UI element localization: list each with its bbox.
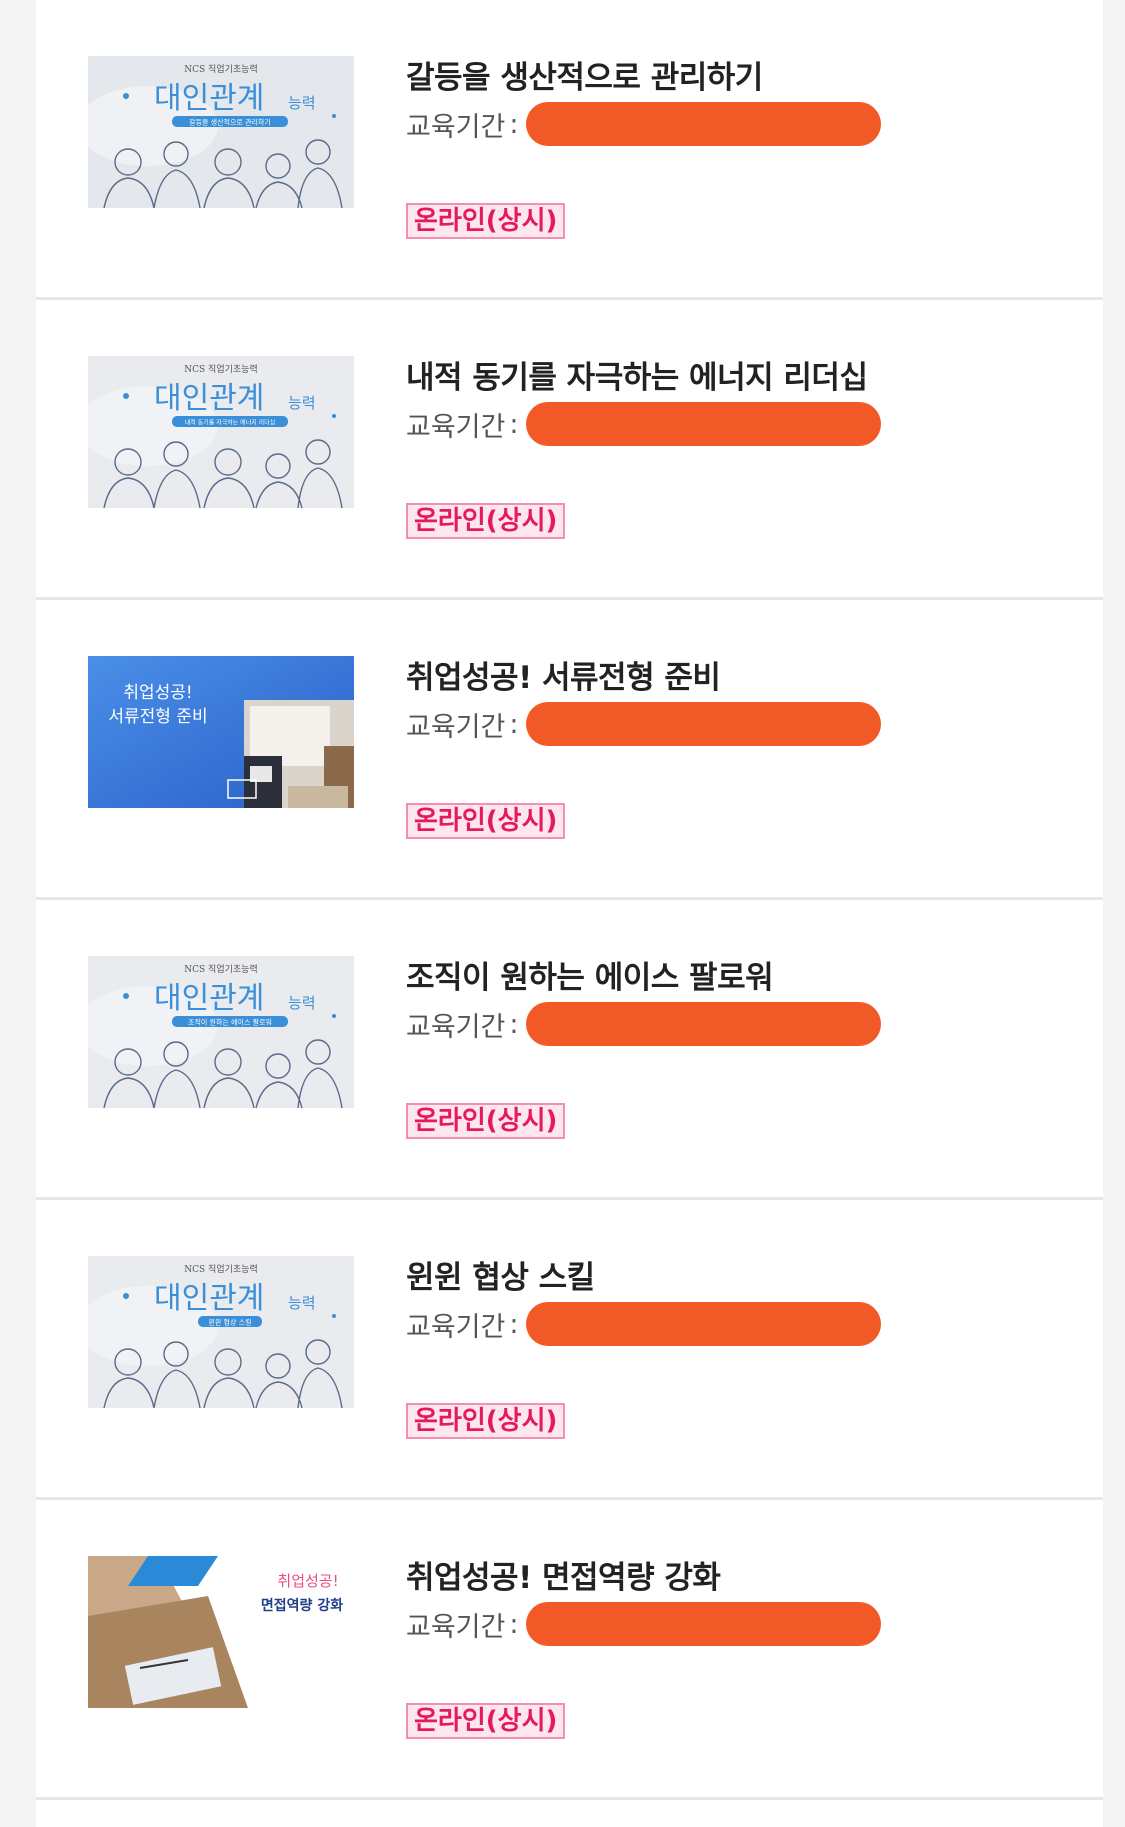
thumb-main-text: 대인관계 (154, 981, 264, 1016)
period-label: 교육기간 (406, 711, 506, 743)
course-title[interactable]: 취업성공! 면접역량 강화 (406, 1552, 721, 1597)
thumb-main-text-small: 능력 (288, 94, 316, 112)
thumb-line-1: 취업성공! (123, 683, 192, 703)
thumb-main-text: 대인관계 (154, 81, 264, 116)
course-thumbnail[interactable]: NCS 직업기초능력 대인관계 능력 윈윈 협상 스킬 (88, 1256, 354, 1408)
education-period: 교육기간 : (406, 1304, 518, 1344)
online-badge: 온라인(상시) (406, 503, 566, 539)
period-value-redacted (526, 702, 881, 746)
interview-thumbnail-illustration: 취업성공! 면접역량 강화 (88, 1556, 354, 1708)
thumb-main-text: 대인관계 (154, 381, 264, 416)
ncs-thumbnail-illustration: NCS 직업기초능력 대인관계 능력 갈등을 생산적으로 관리하기 (88, 56, 354, 208)
course-item[interactable]: NCS 직업기초능력 대인관계 능력 윈윈 협상 스킬 윈윈 협상 스킬 교육기… (36, 1200, 1103, 1500)
period-label: 교육기간 (406, 1311, 506, 1343)
right-margin (1103, 0, 1125, 1827)
thumb-line-1: 취업성공! (277, 1572, 338, 1590)
course-thumbnail[interactable]: NCS 직업기초능력 대인관계 능력 조직이 원하는 에이스 팔로워 (88, 956, 354, 1108)
thumb-main-text-small: 능력 (288, 994, 316, 1012)
ncs-thumbnail-illustration: NCS 직업기초능력 대인관계 능력 조직이 원하는 에이스 팔로워 (88, 956, 354, 1108)
course-title[interactable]: 갈등을 생산적으로 관리하기 (406, 52, 763, 97)
period-value-redacted (526, 1602, 881, 1646)
course-title[interactable]: 내적 동기를 자극하는 에너지 리더십 (406, 352, 868, 397)
education-period: 교육기간 : (406, 104, 518, 144)
course-thumbnail[interactable]: NCS 직업기초능력 대인관계 능력 내적 동기를 자극하는 에너지 리더십 (88, 356, 354, 508)
course-title[interactable]: 윈윈 협상 스킬 (406, 1252, 595, 1297)
document-thumbnail-illustration: 취업성공! 서류전형 준비 (88, 656, 354, 808)
thumb-top-text: NCS 직업기초능력 (184, 963, 257, 975)
course-list: NCS 직업기초능력 대인관계 능력 갈등을 생산적으로 관리하기 갈등을 생산… (36, 0, 1103, 1827)
period-label: 교육기간 (406, 1011, 506, 1043)
course-item[interactable]: NCS 직업기초능력 대인관계 능력 조직이 원하는 에이스 팔로워 조직이 원… (36, 900, 1103, 1200)
course-thumbnail[interactable]: 취업성공! 서류전형 준비 (88, 656, 354, 808)
online-badge: 온라인(상시) (406, 1103, 566, 1139)
course-title[interactable]: 조직이 원하는 에이스 팔로워 (406, 952, 774, 997)
thumb-line-2: 면접역량 강화 (261, 1597, 343, 1614)
period-colon: : (509, 408, 519, 440)
thumb-subtitle: 내적 동기를 자극하는 에너지 리더십 (185, 419, 275, 427)
thumb-line-2: 서류전형 준비 (108, 707, 207, 727)
thumb-subtitle: 갈등을 생산적으로 관리하기 (189, 118, 271, 127)
ncs-thumbnail-illustration: NCS 직업기초능력 대인관계 능력 윈윈 협상 스킬 (88, 1256, 354, 1408)
period-label: 교육기간 (406, 1611, 506, 1643)
left-margin (0, 0, 36, 1827)
thumb-subtitle: 윈윈 협상 스킬 (208, 1318, 251, 1327)
period-label: 교육기간 (406, 111, 506, 143)
period-colon: : (509, 1308, 519, 1340)
course-item[interactable]: 취업성공! 서류전형 준비 취업성공! 서류전형 준비 교육기간 : 온라인(상… (36, 600, 1103, 900)
course-thumbnail[interactable]: 취업성공! 면접역량 강화 (88, 1556, 354, 1708)
online-badge: 온라인(상시) (406, 1703, 566, 1739)
thumb-main-text-small: 능력 (288, 394, 316, 412)
online-badge: 온라인(상시) (406, 1403, 566, 1439)
thumb-subtitle: 조직이 원하는 에이스 팔로워 (188, 1018, 272, 1027)
thumb-top-text: NCS 직업기초능력 (184, 1263, 257, 1275)
thumb-main-text: 대인관계 (154, 1281, 264, 1316)
period-value-redacted (526, 1302, 881, 1346)
period-colon: : (509, 1008, 519, 1040)
education-period: 교육기간 : (406, 704, 518, 744)
period-value-redacted (526, 102, 881, 146)
period-label: 교육기간 (406, 411, 506, 443)
course-item[interactable]: NCS 직업기초능력 대인관계 능력 갈등을 생산적으로 관리하기 갈등을 생산… (36, 0, 1103, 300)
course-thumbnail[interactable]: NCS 직업기초능력 대인관계 능력 갈등을 생산적으로 관리하기 (88, 56, 354, 208)
education-period: 교육기간 : (406, 404, 518, 444)
period-colon: : (509, 708, 519, 740)
online-badge: 온라인(상시) (406, 803, 566, 839)
thumb-top-text: NCS 직업기초능력 (184, 63, 257, 75)
education-period: 교육기간 : (406, 1004, 518, 1044)
education-period: 교육기간 : (406, 1604, 518, 1644)
period-colon: : (509, 1608, 519, 1640)
course-item[interactable]: 취업성공! 면접역량 강화 취업성공! 면접역량 강화 교육기간 : 온라인(상… (36, 1500, 1103, 1800)
online-badge: 온라인(상시) (406, 203, 566, 239)
course-item[interactable]: NCS 직업기초능력 대인관계 능력 내적 동기를 자극하는 에너지 리더십 내… (36, 300, 1103, 600)
period-value-redacted (526, 1002, 881, 1046)
period-colon: : (509, 108, 519, 140)
period-value-redacted (526, 402, 881, 446)
thumb-top-text: NCS 직업기초능력 (184, 363, 257, 375)
thumb-main-text-small: 능력 (288, 1294, 316, 1312)
course-title[interactable]: 취업성공! 서류전형 준비 (406, 652, 721, 697)
ncs-thumbnail-illustration: NCS 직업기초능력 대인관계 능력 내적 동기를 자극하는 에너지 리더십 (88, 356, 354, 508)
